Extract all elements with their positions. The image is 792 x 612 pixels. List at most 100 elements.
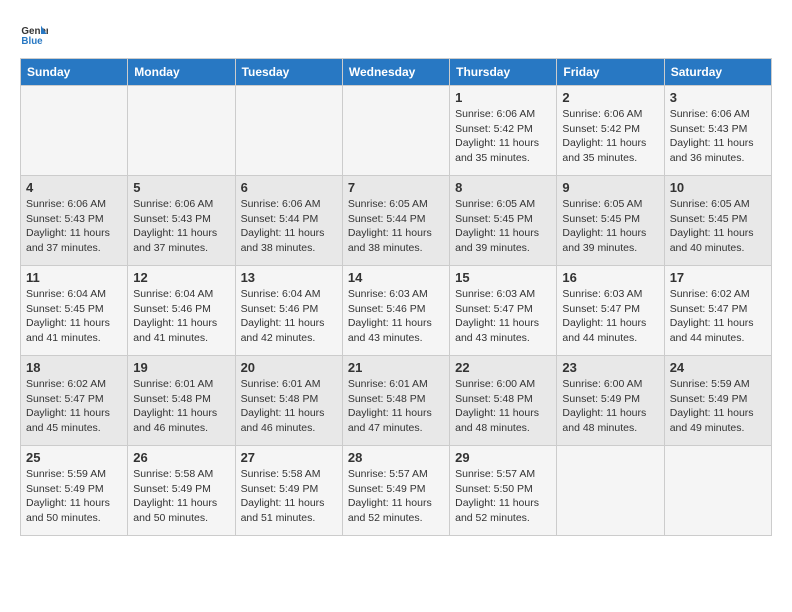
week-row-0: 1 Sunrise: 6:06 AM Sunset: 5:42 PM Daylig… bbox=[21, 86, 772, 176]
day-detail: Sunrise: 6:02 AM Sunset: 5:47 PM Dayligh… bbox=[26, 377, 122, 436]
day-cell: 14 Sunrise: 6:03 AM Sunset: 5:46 PM Dayli… bbox=[342, 266, 449, 356]
day-detail: Sunrise: 6:06 AM Sunset: 5:43 PM Dayligh… bbox=[26, 197, 122, 256]
day-cell: 1 Sunrise: 6:06 AM Sunset: 5:42 PM Daylig… bbox=[450, 86, 557, 176]
header-monday: Monday bbox=[128, 59, 235, 86]
day-detail: Sunrise: 6:05 AM Sunset: 5:45 PM Dayligh… bbox=[455, 197, 551, 256]
day-detail: Sunrise: 5:57 AM Sunset: 5:49 PM Dayligh… bbox=[348, 467, 444, 526]
day-detail: Sunrise: 6:01 AM Sunset: 5:48 PM Dayligh… bbox=[348, 377, 444, 436]
day-cell: 26Sunrise: 5:58 AM Sunset: 5:49 PM Dayli… bbox=[128, 446, 235, 536]
day-cell bbox=[342, 86, 449, 176]
day-detail: Sunrise: 6:06 AM Sunset: 5:43 PM Dayligh… bbox=[133, 197, 229, 256]
logo-icon: General Blue bbox=[20, 20, 48, 48]
day-detail: Sunrise: 6:03 AM Sunset: 5:47 PM Dayligh… bbox=[455, 287, 551, 346]
day-cell bbox=[557, 446, 664, 536]
day-cell bbox=[235, 86, 342, 176]
day-number: 4 bbox=[26, 180, 122, 195]
header-wednesday: Wednesday bbox=[342, 59, 449, 86]
day-cell: 29 Sunrise: 5:57 AM Sunset: 5:50 PM Dayli… bbox=[450, 446, 557, 536]
day-number: 24 bbox=[670, 360, 766, 375]
day-number: 17 bbox=[670, 270, 766, 285]
day-detail: Sunrise: 5:59 AM Sunset: 5:49 PM Dayligh… bbox=[670, 377, 766, 436]
day-cell: 24 Sunrise: 5:59 AM Sunset: 5:49 PM Dayli… bbox=[664, 356, 771, 446]
day-number: 11 bbox=[26, 270, 122, 285]
day-cell: 8 Sunrise: 6:05 AM Sunset: 5:45 PM Daylig… bbox=[450, 176, 557, 266]
day-detail: Sunrise: 6:03 AM Sunset: 5:47 PM Dayligh… bbox=[562, 287, 658, 346]
header-friday: Friday bbox=[557, 59, 664, 86]
day-cell: 11 Sunrise: 6:04 AM Sunset: 5:45 PM Dayli… bbox=[21, 266, 128, 356]
day-number: 16 bbox=[562, 270, 658, 285]
day-cell: 7Sunrise: 6:05 AM Sunset: 5:44 PM Daylig… bbox=[342, 176, 449, 266]
day-number: 27 bbox=[241, 450, 337, 465]
week-row-2: 11 Sunrise: 6:04 AM Sunset: 5:45 PM Dayli… bbox=[21, 266, 772, 356]
day-cell: 18Sunrise: 6:02 AM Sunset: 5:47 PM Dayli… bbox=[21, 356, 128, 446]
day-cell: 10 Sunrise: 6:05 AM Sunset: 5:45 PM Dayli… bbox=[664, 176, 771, 266]
day-detail: Sunrise: 6:00 AM Sunset: 5:49 PM Dayligh… bbox=[562, 377, 658, 436]
calendar-body: 1 Sunrise: 6:06 AM Sunset: 5:42 PM Daylig… bbox=[21, 86, 772, 536]
day-number: 23 bbox=[562, 360, 658, 375]
logo: General Blue bbox=[20, 20, 52, 48]
day-detail: Sunrise: 5:58 AM Sunset: 5:49 PM Dayligh… bbox=[241, 467, 337, 526]
day-cell: 13 Sunrise: 6:04 AM Sunset: 5:46 PM Dayli… bbox=[235, 266, 342, 356]
day-number: 1 bbox=[455, 90, 551, 105]
day-detail: Sunrise: 6:01 AM Sunset: 5:48 PM Dayligh… bbox=[133, 377, 229, 436]
day-detail: Sunrise: 6:05 AM Sunset: 5:45 PM Dayligh… bbox=[562, 197, 658, 256]
day-detail: Sunrise: 6:00 AM Sunset: 5:48 PM Dayligh… bbox=[455, 377, 551, 436]
day-number: 29 bbox=[455, 450, 551, 465]
day-number: 3 bbox=[670, 90, 766, 105]
day-detail: Sunrise: 6:06 AM Sunset: 5:42 PM Dayligh… bbox=[455, 107, 551, 166]
day-detail: Sunrise: 6:04 AM Sunset: 5:46 PM Dayligh… bbox=[133, 287, 229, 346]
day-cell: 3 Sunrise: 6:06 AM Sunset: 5:43 PM Daylig… bbox=[664, 86, 771, 176]
day-detail: Sunrise: 6:01 AM Sunset: 5:48 PM Dayligh… bbox=[241, 377, 337, 436]
day-number: 5 bbox=[133, 180, 229, 195]
day-detail: Sunrise: 6:04 AM Sunset: 5:46 PM Dayligh… bbox=[241, 287, 337, 346]
day-cell: 21Sunrise: 6:01 AM Sunset: 5:48 PM Dayli… bbox=[342, 356, 449, 446]
week-row-1: 4 Sunrise: 6:06 AM Sunset: 5:43 PM Daylig… bbox=[21, 176, 772, 266]
day-number: 8 bbox=[455, 180, 551, 195]
day-number: 12 bbox=[133, 270, 229, 285]
day-number: 9 bbox=[562, 180, 658, 195]
day-cell: 16 Sunrise: 6:03 AM Sunset: 5:47 PM Dayli… bbox=[557, 266, 664, 356]
day-cell: 9 Sunrise: 6:05 AM Sunset: 5:45 PM Daylig… bbox=[557, 176, 664, 266]
day-number: 13 bbox=[241, 270, 337, 285]
calendar-table: SundayMondayTuesdayWednesdayThursdayFrid… bbox=[20, 58, 772, 536]
day-cell: 25 Sunrise: 5:59 AM Sunset: 5:49 PM Dayli… bbox=[21, 446, 128, 536]
day-detail: Sunrise: 5:57 AM Sunset: 5:50 PM Dayligh… bbox=[455, 467, 551, 526]
header-thursday: Thursday bbox=[450, 59, 557, 86]
day-number: 26 bbox=[133, 450, 229, 465]
day-detail: Sunrise: 6:02 AM Sunset: 5:47 PM Dayligh… bbox=[670, 287, 766, 346]
day-detail: Sunrise: 5:59 AM Sunset: 5:49 PM Dayligh… bbox=[26, 467, 122, 526]
calendar-header: SundayMondayTuesdayWednesdayThursdayFrid… bbox=[21, 59, 772, 86]
day-number: 19 bbox=[133, 360, 229, 375]
day-cell: 15Sunrise: 6:03 AM Sunset: 5:47 PM Dayli… bbox=[450, 266, 557, 356]
day-number: 2 bbox=[562, 90, 658, 105]
day-cell bbox=[21, 86, 128, 176]
header-sunday: Sunday bbox=[21, 59, 128, 86]
day-detail: Sunrise: 6:06 AM Sunset: 5:44 PM Dayligh… bbox=[241, 197, 337, 256]
day-detail: Sunrise: 6:05 AM Sunset: 5:44 PM Dayligh… bbox=[348, 197, 444, 256]
day-number: 14 bbox=[348, 270, 444, 285]
day-detail: Sunrise: 6:06 AM Sunset: 5:42 PM Dayligh… bbox=[562, 107, 658, 166]
page-header: General Blue bbox=[20, 20, 772, 48]
day-cell: 19 Sunrise: 6:01 AM Sunset: 5:48 PM Dayli… bbox=[128, 356, 235, 446]
day-cell bbox=[128, 86, 235, 176]
day-number: 10 bbox=[670, 180, 766, 195]
day-cell: 28Sunrise: 5:57 AM Sunset: 5:49 PM Dayli… bbox=[342, 446, 449, 536]
day-cell: 20 Sunrise: 6:01 AM Sunset: 5:48 PM Dayli… bbox=[235, 356, 342, 446]
day-cell: 2 Sunrise: 6:06 AM Sunset: 5:42 PM Daylig… bbox=[557, 86, 664, 176]
day-cell: 27 Sunrise: 5:58 AM Sunset: 5:49 PM Dayli… bbox=[235, 446, 342, 536]
day-cell: 23 Sunrise: 6:00 AM Sunset: 5:49 PM Dayli… bbox=[557, 356, 664, 446]
day-number: 20 bbox=[241, 360, 337, 375]
day-detail: Sunrise: 6:05 AM Sunset: 5:45 PM Dayligh… bbox=[670, 197, 766, 256]
svg-text:Blue: Blue bbox=[21, 36, 43, 47]
day-detail: Sunrise: 6:03 AM Sunset: 5:46 PM Dayligh… bbox=[348, 287, 444, 346]
day-cell: 17 Sunrise: 6:02 AM Sunset: 5:47 PM Dayli… bbox=[664, 266, 771, 356]
day-cell: 12 Sunrise: 6:04 AM Sunset: 5:46 PM Dayli… bbox=[128, 266, 235, 356]
day-detail: Sunrise: 6:04 AM Sunset: 5:45 PM Dayligh… bbox=[26, 287, 122, 346]
week-row-4: 25 Sunrise: 5:59 AM Sunset: 5:49 PM Dayli… bbox=[21, 446, 772, 536]
week-row-3: 18Sunrise: 6:02 AM Sunset: 5:47 PM Dayli… bbox=[21, 356, 772, 446]
header-saturday: Saturday bbox=[664, 59, 771, 86]
day-cell: 5 Sunrise: 6:06 AM Sunset: 5:43 PM Daylig… bbox=[128, 176, 235, 266]
header-tuesday: Tuesday bbox=[235, 59, 342, 86]
day-detail: Sunrise: 6:06 AM Sunset: 5:43 PM Dayligh… bbox=[670, 107, 766, 166]
day-number: 25 bbox=[26, 450, 122, 465]
